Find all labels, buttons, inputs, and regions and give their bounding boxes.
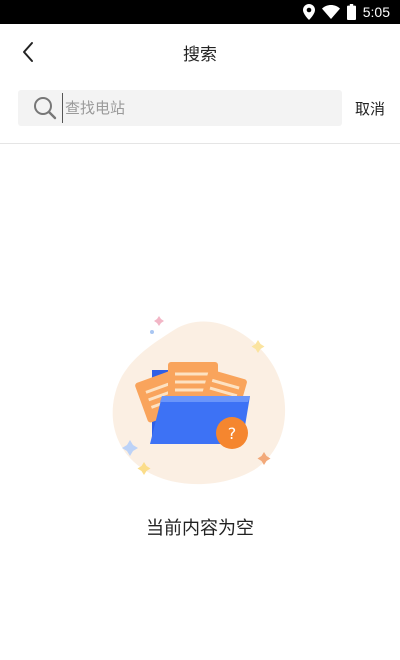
empty-state-message: 当前内容为空 [146,518,254,539]
page-title: 搜索 [183,45,217,65]
status-bar: 5:05 [0,0,400,24]
question-badge: ? [228,424,237,443]
search-icon [34,97,57,120]
location-icon [302,4,315,20]
search-bar: 取消 [0,80,400,144]
search-box[interactable] [18,90,342,126]
search-input[interactable] [62,93,312,123]
wifi-icon [321,5,340,19]
empty-folder-illustration: ? [112,316,286,485]
battery-icon [346,4,356,20]
header: 搜索 [0,24,400,80]
status-time: 5:05 [362,4,390,20]
cancel-button[interactable]: 取消 [355,98,385,119]
